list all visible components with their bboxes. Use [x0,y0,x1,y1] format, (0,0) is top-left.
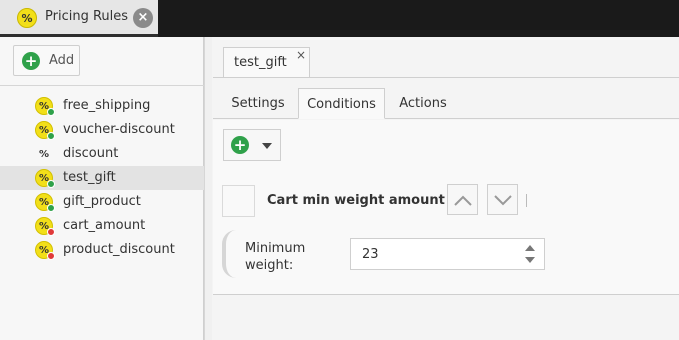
add-condition-button[interactable]: + [223,129,281,161]
spin-down-icon[interactable] [525,257,535,263]
spin-up-icon[interactable] [525,245,535,251]
tab-pricing-rules[interactable]: % Pricing Rules × [0,0,158,37]
active-badge-icon [47,132,55,140]
doc-tab-label: test_gift [234,55,287,70]
panel-splitter[interactable] [204,37,212,340]
rule-label: voucher-discount [63,122,175,137]
move-down-button[interactable] [487,184,518,215]
active-badge-icon [47,180,55,188]
list-item-selected[interactable]: % test_gift [0,166,204,190]
close-icon[interactable]: × [296,48,306,62]
close-icon[interactable]: × [133,8,153,28]
rule-label: free_shipping [63,98,151,113]
minimum-weight-label: Minimum weight: [245,241,306,273]
inactive-badge-icon [47,252,55,260]
divider [526,194,527,207]
rule-label: cart_amount [63,218,146,233]
percent-icon: % [17,8,37,28]
rule-editor: test_gift × Settings Conditions Actions … [213,37,679,340]
rule-label: product_discount [63,242,175,257]
chevron-up-icon [454,195,472,206]
tab-title: Pricing Rules [45,9,129,24]
rules-list: % free_shipping % voucher-discount % dis… [0,94,204,262]
editor-tabs: Settings Conditions Actions [213,87,679,119]
percent-icon: % [35,193,55,212]
tab-conditions[interactable]: Conditions [298,88,385,119]
tab-test-gift[interactable]: test_gift × [223,47,310,77]
rule-label: discount [63,146,119,161]
list-item[interactable]: % gift_product [0,190,204,214]
rule-label: gift_product [63,194,141,209]
percent-icon: % [35,217,55,236]
chevron-down-icon [262,143,272,149]
inactive-badge-icon [47,228,55,236]
divider [213,77,679,78]
tab-actions[interactable]: Actions [391,88,455,119]
input-value: 23 [362,247,379,262]
percent-icon: % [35,169,55,188]
condition-title: Cart min weight amount [267,193,445,208]
active-badge-icon [47,204,55,212]
plus-icon: + [22,52,40,70]
chevron-down-icon [494,195,512,206]
add-rule-button[interactable]: + Add [13,45,80,76]
plus-icon: + [231,136,249,154]
list-item[interactable]: % discount [0,142,204,166]
list-item[interactable]: % voucher-discount [0,118,204,142]
percent-icon: % [35,97,55,116]
percent-icon: % [38,148,50,160]
rules-sidebar: + Add % free_shipping % voucher-discount… [0,37,204,340]
list-item[interactable]: % product_discount [0,238,204,262]
add-label: Add [49,53,75,68]
active-badge-icon [47,108,55,116]
group-bracket [222,230,236,278]
condition-select-checkbox[interactable] [222,185,255,217]
sidebar-toolbar: + Add [0,37,204,86]
percent-icon: % [35,121,55,140]
move-up-button[interactable] [447,184,478,215]
rule-label: test_gift [63,170,116,185]
window-tab-bar: % Pricing Rules × [0,0,679,37]
conditions-panel: + Cart min weight amount Minimum weight:… [213,120,679,295]
minimum-weight-input[interactable]: 23 [350,238,545,270]
tab-settings[interactable]: Settings [223,88,293,119]
spinner-icon[interactable] [525,245,535,265]
list-item[interactable]: % cart_amount [0,214,204,238]
list-item[interactable]: % free_shipping [0,94,204,118]
percent-icon: % [35,241,55,260]
